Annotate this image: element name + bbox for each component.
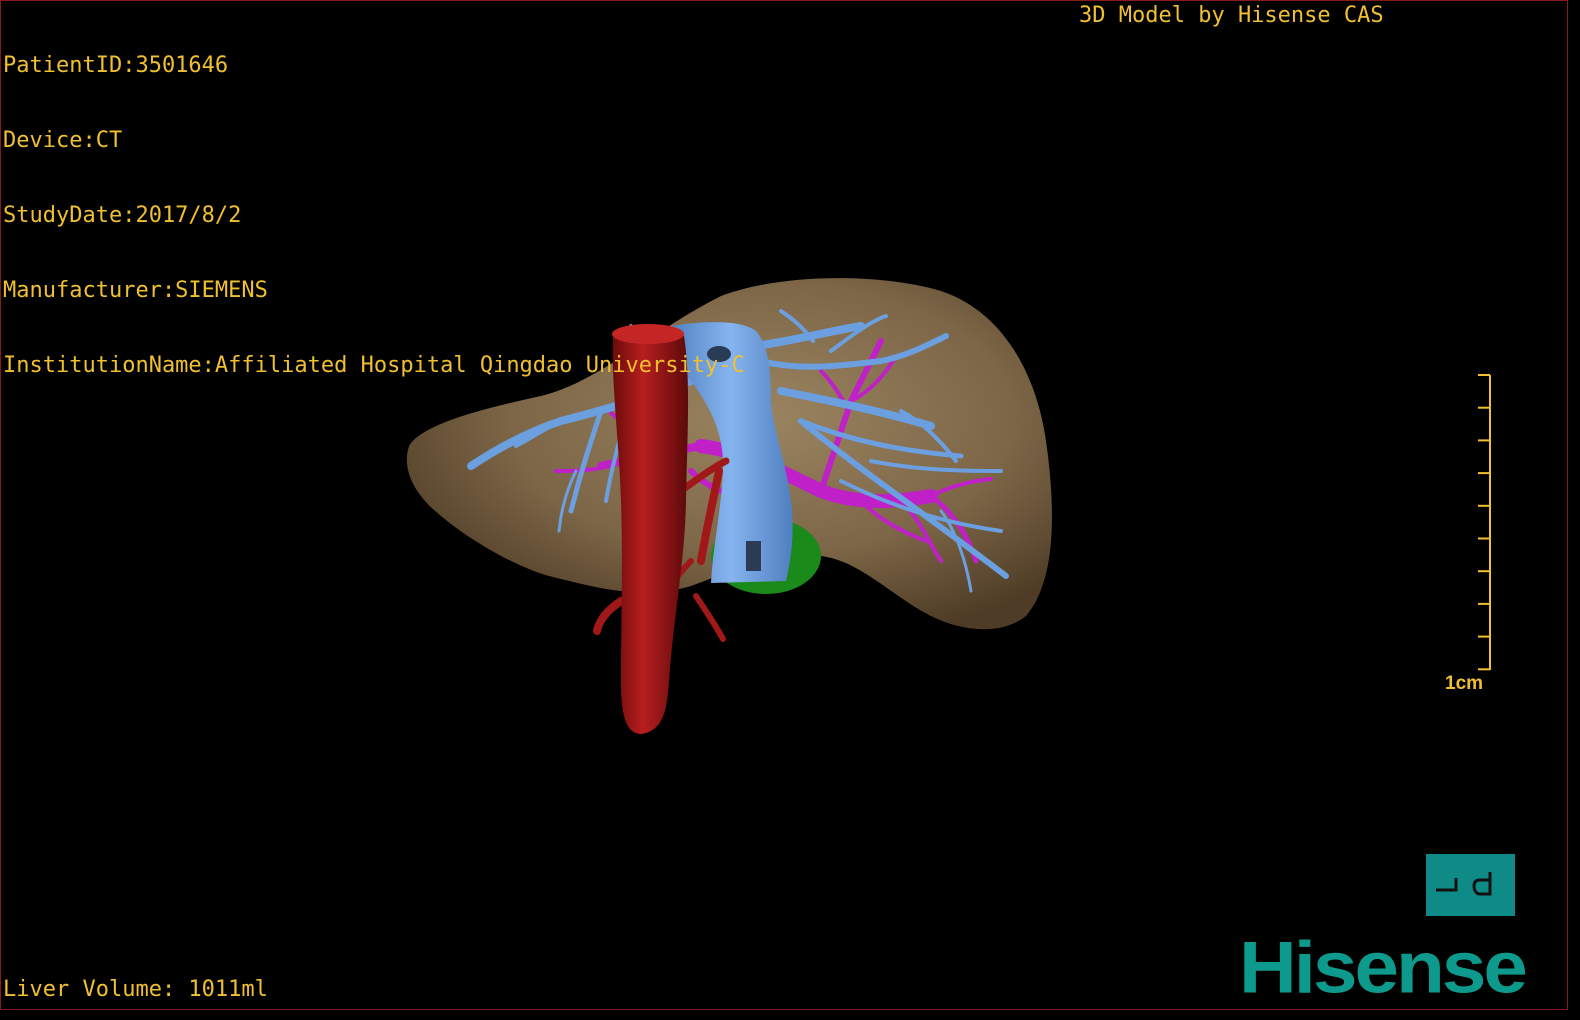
orientation-cube-icon (1436, 872, 1492, 896)
institution-label: InstitutionName:Affiliated Hospital Qing… (3, 353, 745, 378)
hisense-logo: Hisense (1239, 926, 1528, 1009)
orientation-button[interactable] (1426, 854, 1515, 916)
liver-volume-label: Liver Volume: 1011ml (3, 977, 268, 1002)
patient-id-label: PatientID:3501646 (3, 53, 229, 78)
3d-viewport[interactable]: PatientID:3501646 Device:CT StudyDate:20… (0, 0, 1568, 1010)
manufacturer-label: Manufacturer:SIEMENS (3, 278, 268, 303)
study-date-label: StudyDate:2017/8/2 (3, 203, 242, 228)
device-label: Device:CT (3, 128, 123, 153)
model-credit-label: 3D Model by Hisense CAS (1079, 3, 1384, 28)
scale-bar (1478, 374, 1491, 671)
scale-bar-label: 1cm (1445, 673, 1484, 694)
dicom-info-overlay: PatientID:3501646 Device:CT StudyDate:20… (3, 3, 745, 428)
